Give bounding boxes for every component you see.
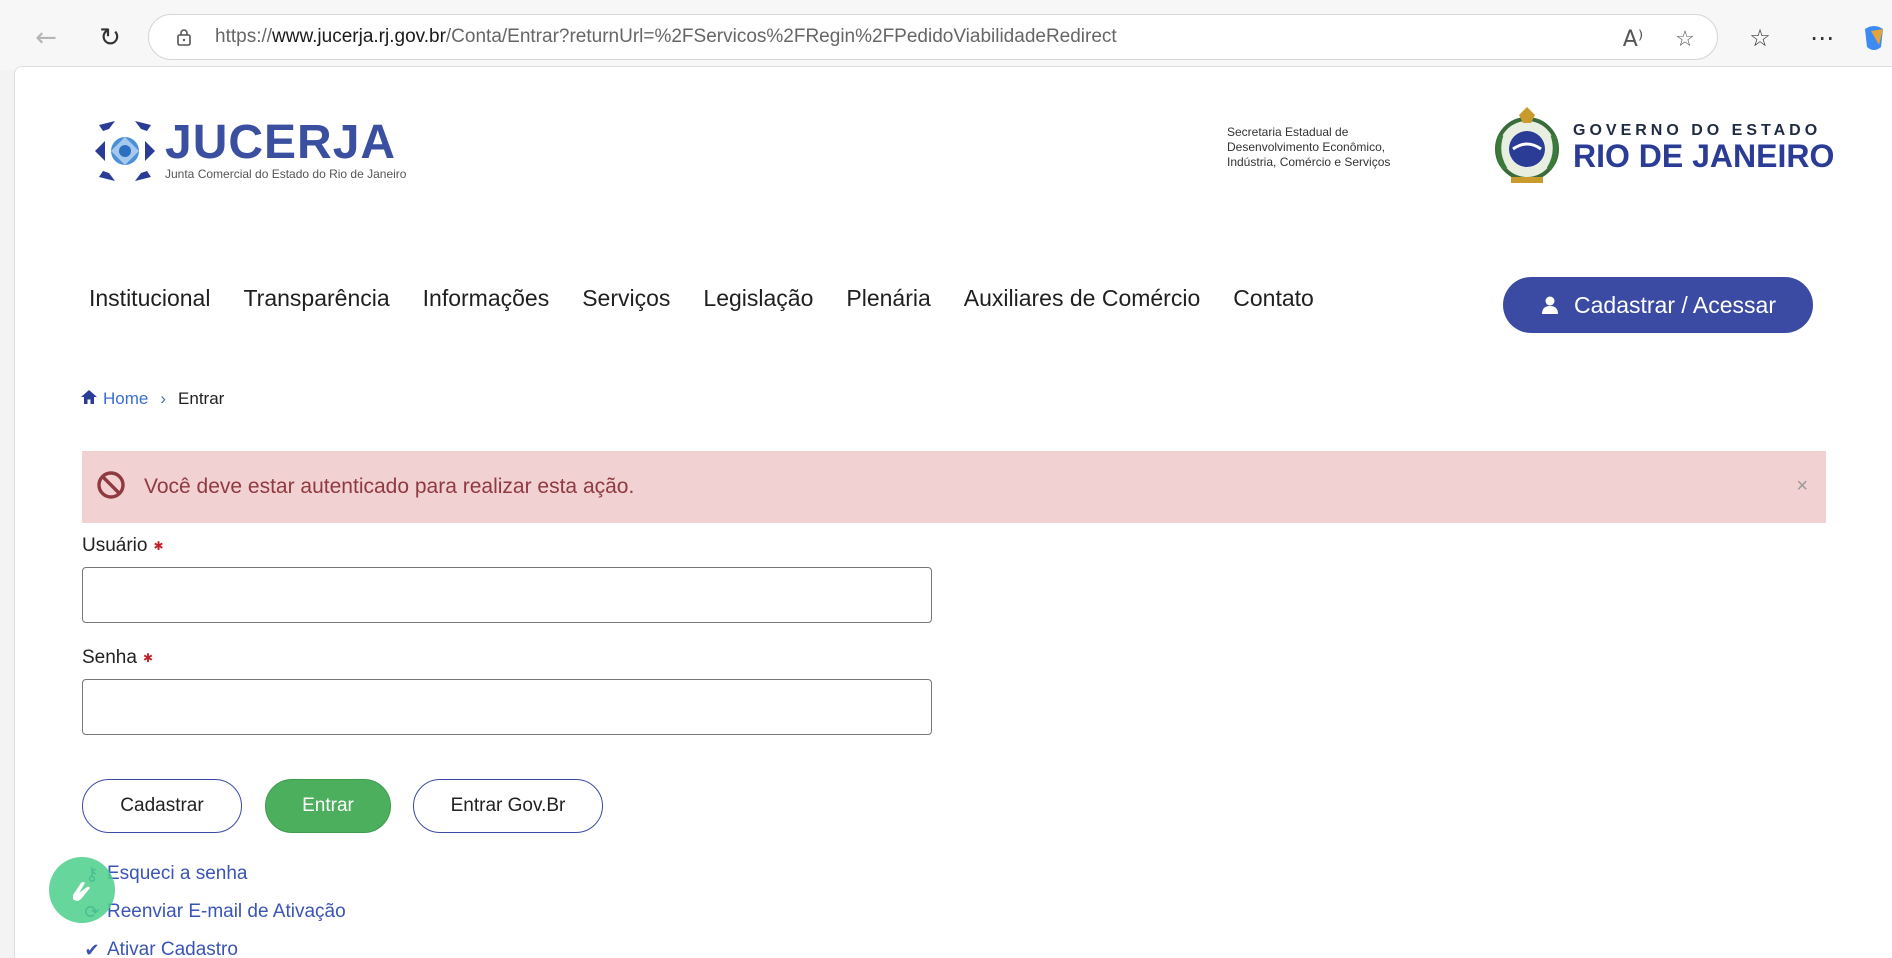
menu-item-auxiliares[interactable]: Auxiliares de Comércio [964, 285, 1200, 312]
logo-subtitle: Junta Comercial do Estado do Rio de Jane… [165, 167, 407, 181]
register-access-label: Cadastrar / Acessar [1574, 291, 1776, 318]
check-icon: ✔ [84, 939, 100, 958]
secretaria-line: Secretaria Estadual de [1227, 125, 1349, 139]
activate-account-link[interactable]: Ativar Cadastro [107, 939, 238, 958]
web-page: JUCERJA Junta Comercial do Estado do Rio… [14, 66, 1892, 958]
password-input[interactable] [82, 679, 932, 735]
read-aloud-icon[interactable]: A⁾ [1619, 25, 1647, 53]
user-input[interactable] [82, 567, 932, 623]
user-label: Usuário ✱ [82, 535, 164, 557]
prohibited-icon [96, 470, 126, 505]
menu-item-servicos[interactable]: Serviços [582, 285, 670, 312]
copilot-icon[interactable] [1858, 22, 1890, 54]
alert-message: Você deve estar autenticado para realiza… [144, 475, 635, 498]
breadcrumb-home[interactable]: Home [103, 389, 148, 409]
menu-item-institucional[interactable]: Institucional [89, 285, 210, 312]
menu-item-informacoes[interactable]: Informações [423, 285, 550, 312]
required-icon: ✱ [142, 650, 154, 665]
gov-line-2: RIO DE JANEIRO [1573, 138, 1835, 174]
password-label-text: Senha [82, 647, 137, 668]
jucerja-emblem-icon [95, 121, 155, 181]
secretaria-line: Desenvolvimento Econômico, [1227, 140, 1386, 154]
accessibility-hand-icon [73, 882, 90, 901]
site-info-icon[interactable] [173, 26, 195, 48]
auth-alert: Você deve estar autenticado para realiza… [82, 451, 1826, 523]
user-icon [1540, 295, 1560, 315]
register-access-button[interactable]: Cadastrar / Acessar [1503, 277, 1813, 333]
required-icon: ✱ [153, 538, 164, 553]
chevron-right-icon: › [160, 389, 167, 408]
menu-item-transparencia[interactable]: Transparência [243, 285, 389, 312]
governo-rj-logo[interactable]: GOVERNO DO ESTADO RIO DE JANEIRO [1487, 105, 1834, 189]
secretaria-line: Indústria, Comércio e Serviços [1227, 155, 1391, 169]
reload-icon[interactable]: ↻ [92, 20, 128, 56]
accessibility-widget-button[interactable] [49, 857, 115, 923]
login-button[interactable]: Entrar [265, 779, 391, 833]
register-button[interactable]: Cadastrar [82, 779, 242, 833]
main-menu: Institucional Transparência Informações … [89, 285, 1347, 312]
breadcrumb-current: Entrar [178, 389, 225, 408]
logo-title: JUCERJA [165, 116, 397, 169]
address-bar[interactable]: https://www.jucerja.rj.gov.br/Conta/Entr… [148, 14, 1718, 60]
favorites-list-icon[interactable]: ☆ [1744, 22, 1776, 54]
menu-item-legislacao[interactable]: Legislação [703, 285, 813, 312]
forgot-password-link[interactable]: Esqueci a senha [107, 863, 248, 885]
resend-activation-link[interactable]: Reenviar E-mail de Ativação [107, 901, 346, 923]
browser-toolbar: ← ↻ https://www.jucerja.rj.gov.br/Conta/… [0, 0, 1892, 70]
user-label-text: Usuário [82, 535, 148, 556]
back-arrow-icon[interactable]: ← [28, 20, 64, 56]
more-options-icon[interactable]: ⋯ [1806, 22, 1838, 54]
favorite-star-icon[interactable]: ☆ [1671, 25, 1699, 53]
home-icon [81, 389, 97, 409]
jucerja-logo[interactable]: JUCERJA Junta Comercial do Estado do Rio… [89, 115, 406, 187]
govbr-login-button[interactable]: Entrar Gov.Br [413, 779, 603, 833]
menu-item-contato[interactable]: Contato [1233, 285, 1314, 312]
state-seal-icon [1495, 107, 1559, 183]
url-text: https://www.jucerja.rj.gov.br/Conta/Entr… [215, 26, 1117, 47]
secretaria-text: Secretaria Estadual de Desenvolvimento E… [1227, 125, 1390, 170]
breadcrumb: Home › Entrar [81, 389, 224, 409]
password-label: Senha ✱ [82, 647, 153, 669]
close-icon[interactable]: × [1796, 475, 1808, 498]
menu-item-plenaria[interactable]: Plenária [846, 285, 930, 312]
